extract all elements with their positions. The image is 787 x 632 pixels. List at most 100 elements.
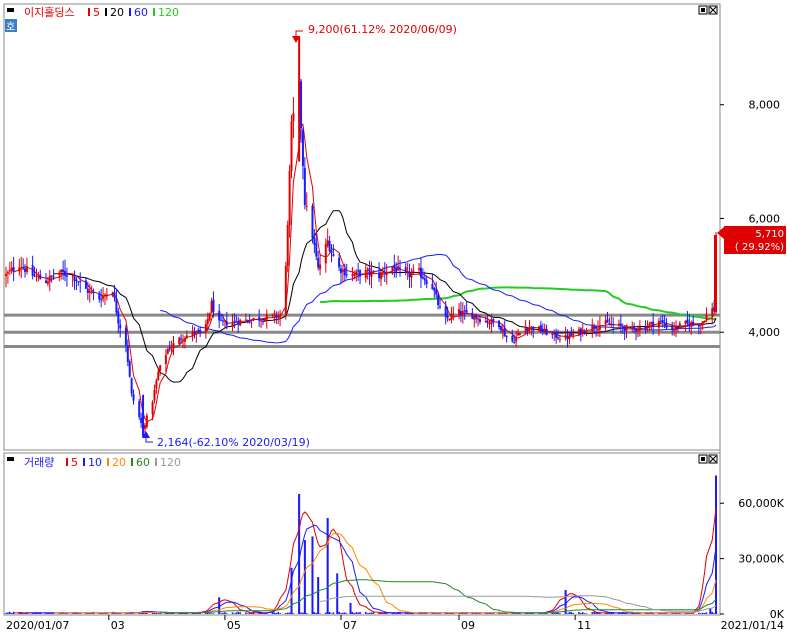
y-tick-label: 30,000K: [738, 553, 784, 566]
x-tick-label: 07: [343, 619, 357, 632]
candle-body: [151, 402, 154, 415]
candle-body: [328, 240, 331, 251]
candle-body: [319, 264, 322, 270]
candle-body: [185, 335, 188, 338]
candle-body: [46, 281, 49, 284]
y-tick-label: 6,000: [749, 212, 781, 225]
candle-body: [423, 278, 426, 281]
volume-bar: [355, 612, 358, 614]
candle-body: [31, 265, 34, 276]
volume-bar: [439, 613, 441, 614]
candle-body: [650, 321, 653, 324]
volume-bar: [713, 613, 715, 614]
candle-body: [492, 319, 495, 323]
legend-label: 120: [160, 456, 181, 469]
candle-body: [246, 320, 249, 322]
volume-bar: [572, 613, 575, 614]
candle-body: [292, 113, 295, 122]
candle-body: [378, 272, 381, 278]
candle-body: [250, 319, 253, 322]
candle-body: [357, 270, 360, 272]
volume-bar: [285, 613, 287, 614]
candle-body: [532, 327, 535, 331]
candle-body: [585, 331, 588, 333]
candle-body: [258, 317, 261, 321]
candle-body: [35, 276, 38, 278]
volume-bar: [364, 611, 367, 614]
volume-bar: [5, 612, 7, 614]
candle-body: [631, 326, 634, 328]
candle-body: [537, 326, 540, 332]
candle-body: [524, 326, 527, 334]
candle-body: [90, 291, 93, 293]
candle-body: [581, 329, 584, 334]
candle-body: [22, 267, 25, 269]
volume-bar: [452, 613, 455, 614]
candle-body: [671, 326, 674, 331]
candle-body: [64, 271, 67, 276]
candle-body: [484, 320, 487, 322]
candle-body: [395, 267, 398, 273]
volume-bar: [686, 613, 689, 614]
candle-body: [20, 267, 23, 269]
candle-body: [372, 271, 375, 273]
candle-body: [448, 319, 451, 321]
volume-bar: [580, 612, 582, 614]
legend-label: 60: [134, 6, 148, 19]
candle-body: [558, 338, 561, 340]
candle-body: [290, 121, 293, 171]
volume-legend-title: 거래량: [24, 456, 54, 469]
candle-body: [404, 267, 407, 273]
candle-body: [98, 293, 101, 300]
candle-body: [324, 244, 327, 264]
volume-bar: [581, 612, 584, 614]
volume-bar: [395, 613, 398, 614]
candle-body: [204, 323, 207, 333]
candle-body: [623, 327, 626, 331]
candle-body: [463, 310, 466, 312]
candle-body: [446, 315, 449, 319]
legend-swatch: [131, 458, 133, 466]
candle-body: [79, 281, 82, 283]
candle-body: [24, 268, 27, 272]
candle-body: [459, 311, 462, 316]
candle-body: [77, 281, 80, 283]
candle-body: [418, 268, 421, 270]
candle-body: [461, 311, 464, 316]
candle-body: [124, 327, 127, 346]
candle-body: [517, 333, 520, 336]
volume-bar: [79, 613, 82, 614]
candle-body: [128, 361, 131, 377]
volume-bar: [231, 612, 234, 614]
candle-body: [206, 319, 209, 324]
y-tick-label: 60,000K: [738, 497, 784, 510]
candle-body: [610, 324, 613, 326]
legend-swatch: [105, 8, 107, 16]
candle-body: [564, 335, 567, 338]
candle-body: [305, 205, 308, 207]
candle-body: [117, 311, 120, 324]
price-panel-frame: [3, 3, 721, 451]
candle-body: [273, 313, 276, 315]
candle-body: [341, 269, 344, 272]
volume-bar: [235, 612, 238, 614]
candle-body: [44, 280, 47, 284]
candle-body: [73, 275, 76, 281]
candle-body: [435, 289, 438, 295]
volume-bar: [233, 613, 236, 614]
volume-bar: [328, 611, 331, 614]
candle-body: [330, 251, 333, 253]
y-tick-label: 8,000: [749, 99, 781, 112]
candle-body: [244, 319, 247, 321]
volume-bar: [486, 613, 489, 614]
volume-bar: [357, 612, 359, 614]
candle-body: [145, 415, 148, 427]
volume-bar: [210, 613, 213, 614]
candle-body: [557, 337, 560, 339]
price-legend-marker-dash: [7, 8, 14, 12]
candle-body: [408, 271, 411, 278]
candle-body: [193, 332, 196, 334]
volume-bar: [224, 612, 226, 614]
candle-body: [678, 323, 681, 329]
candle-body: [379, 272, 382, 279]
